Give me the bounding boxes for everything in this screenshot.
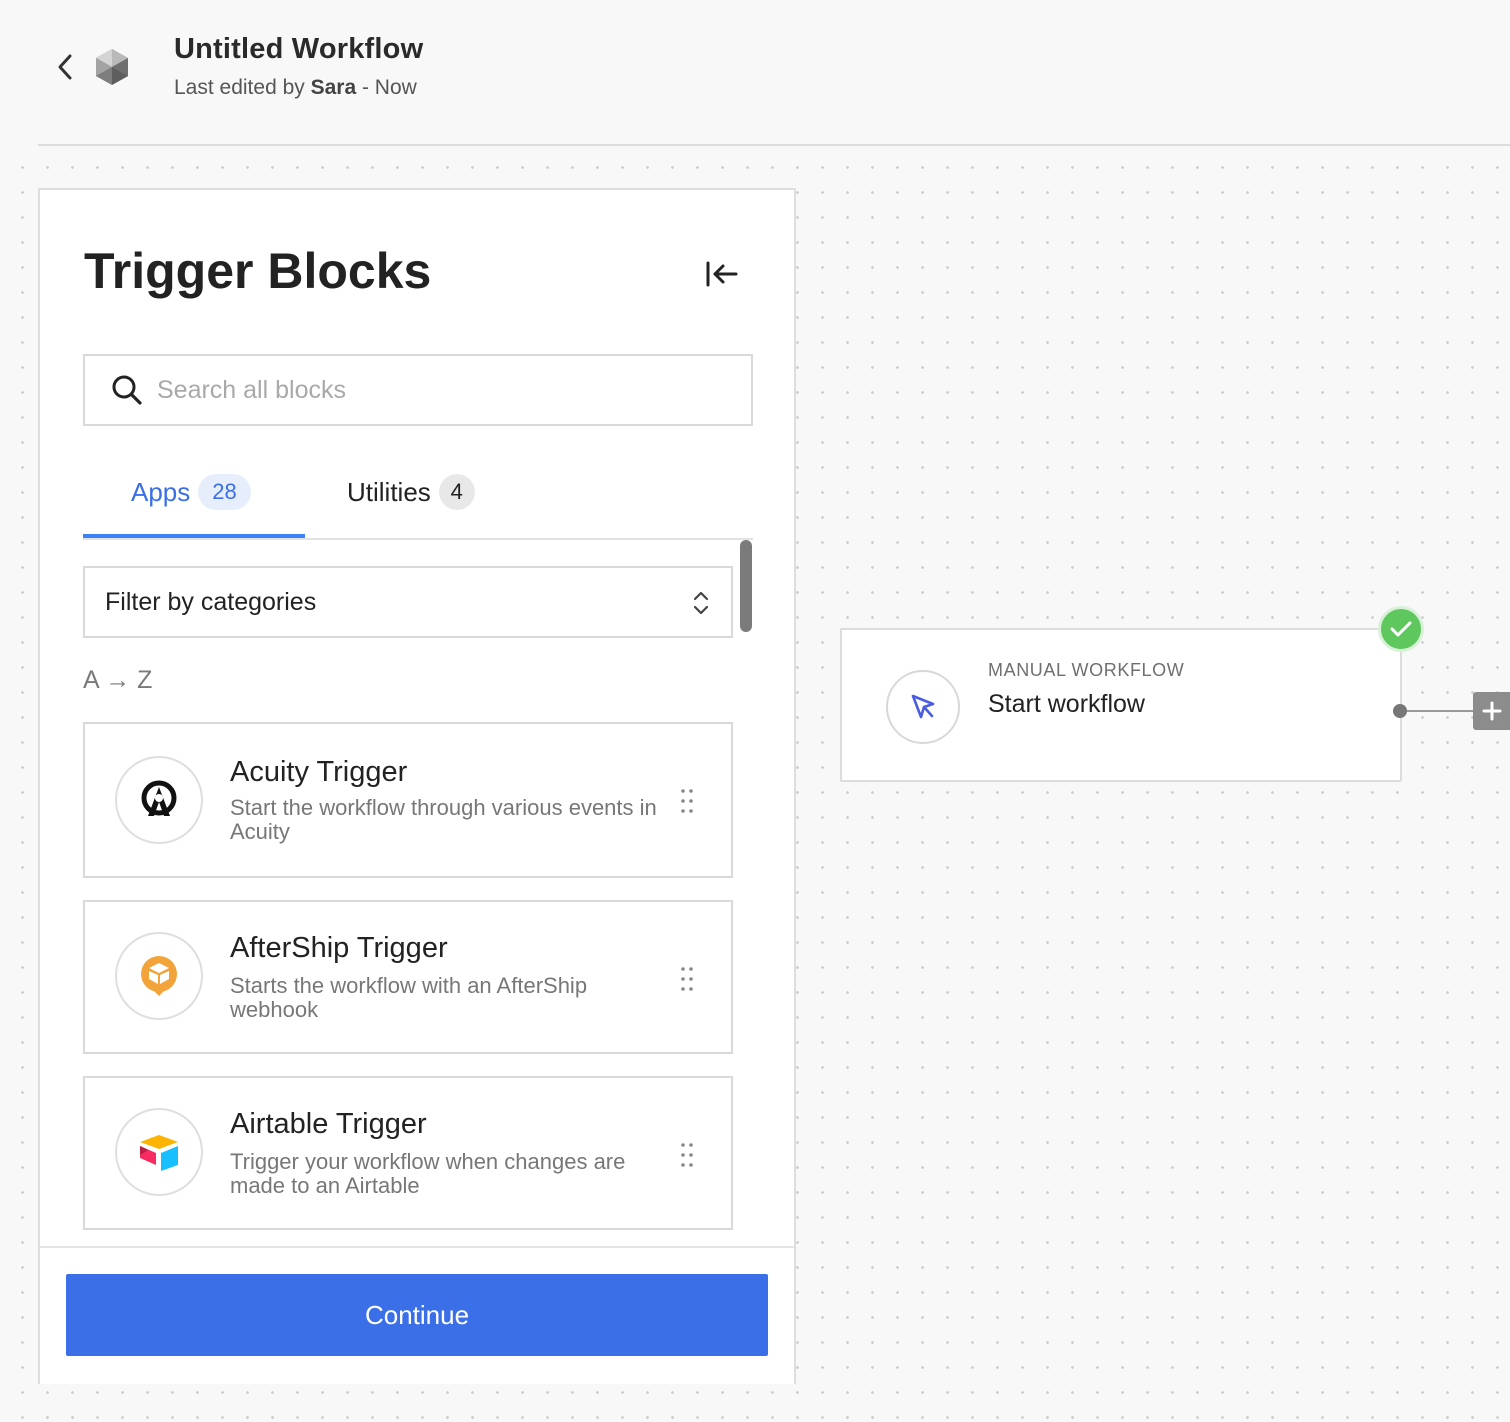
last-edited-user: Sara — [310, 76, 357, 99]
sort-order-label[interactable]: A → Z — [83, 666, 152, 695]
last-edited-time: - Now — [356, 76, 417, 99]
collapse-left-icon — [706, 261, 738, 287]
header-divider — [38, 144, 1510, 146]
active-tab-indicator — [83, 534, 305, 538]
tab-utilities[interactable]: Utilities 4 — [347, 472, 475, 512]
drag-handle-icon[interactable] — [679, 1142, 695, 1168]
trigger-blocks-panel: Trigger Blocks Apps 28 Utilities 4 Filte… — [38, 188, 796, 1384]
node-output-port[interactable] — [1393, 704, 1407, 718]
node-type-label: MANUAL WORKFLOW — [988, 660, 1185, 680]
add-node-button[interactable] — [1473, 692, 1510, 730]
panel-title: Trigger Blocks — [84, 243, 432, 299]
panel-footer: Continue — [40, 1246, 794, 1384]
workflow-node-start[interactable]: MANUAL WORKFLOW Start workflow — [840, 628, 1402, 782]
node-connector-line — [1400, 710, 1474, 712]
search-box — [83, 354, 753, 426]
block-tabs: Apps 28 Utilities 4 — [83, 460, 753, 540]
search-input[interactable] — [157, 375, 697, 405]
search-icon — [112, 375, 142, 405]
workflow-title[interactable]: Untitled Workflow — [174, 33, 423, 66]
last-edited-info: Last edited by Sara - Now — [174, 76, 417, 100]
last-edited-prefix: Last edited by — [174, 76, 311, 99]
collapse-panel-button[interactable] — [702, 254, 742, 294]
block-card-aftership[interactable]: AfterShip Trigger Starts the workflow wi… — [83, 900, 733, 1054]
cursor-icon — [886, 670, 960, 744]
block-description: Starts the workflow with an AfterShip we… — [230, 973, 588, 1022]
back-button[interactable] — [50, 50, 80, 84]
check-icon — [1378, 606, 1424, 652]
block-card-acuity[interactable]: Acuity Trigger Start the workflow throug… — [83, 722, 733, 878]
acuity-logo-icon — [115, 756, 203, 844]
tab-utilities-label: Utilities — [347, 476, 431, 507]
continue-button[interactable]: Continue — [66, 1274, 768, 1356]
app-logo-icon[interactable] — [92, 47, 132, 87]
drag-handle-icon[interactable] — [679, 966, 695, 992]
top-header: Untitled Workflow Last edited by Sara - … — [0, 0, 1510, 145]
block-description: Start the workflow through various event… — [230, 795, 657, 844]
chevron-up-down-icon — [693, 591, 709, 615]
block-card-airtable[interactable]: Airtable Trigger Trigger your workflow w… — [83, 1076, 733, 1230]
tab-apps[interactable]: Apps 28 — [131, 472, 251, 512]
plus-icon — [1482, 701, 1501, 721]
drag-handle-icon[interactable] — [679, 788, 695, 814]
node-title: Start workflow — [988, 690, 1145, 718]
chevron-left-icon — [58, 54, 72, 80]
tab-utilities-count: 4 — [438, 474, 475, 510]
tab-apps-label: Apps — [131, 476, 191, 507]
tab-apps-count: 28 — [198, 474, 251, 510]
category-filter-select[interactable]: Filter by categories — [83, 566, 733, 638]
block-title: Airtable Trigger — [230, 1108, 427, 1140]
category-filter-label: Filter by categories — [105, 587, 317, 616]
block-title: Acuity Trigger — [230, 756, 408, 788]
aftership-logo-icon — [115, 932, 203, 1020]
block-description: Trigger your workflow when changes are m… — [230, 1149, 626, 1198]
list-scrollbar[interactable] — [740, 540, 752, 632]
block-title: AfterShip Trigger — [230, 932, 448, 964]
airtable-logo-icon — [115, 1108, 203, 1196]
